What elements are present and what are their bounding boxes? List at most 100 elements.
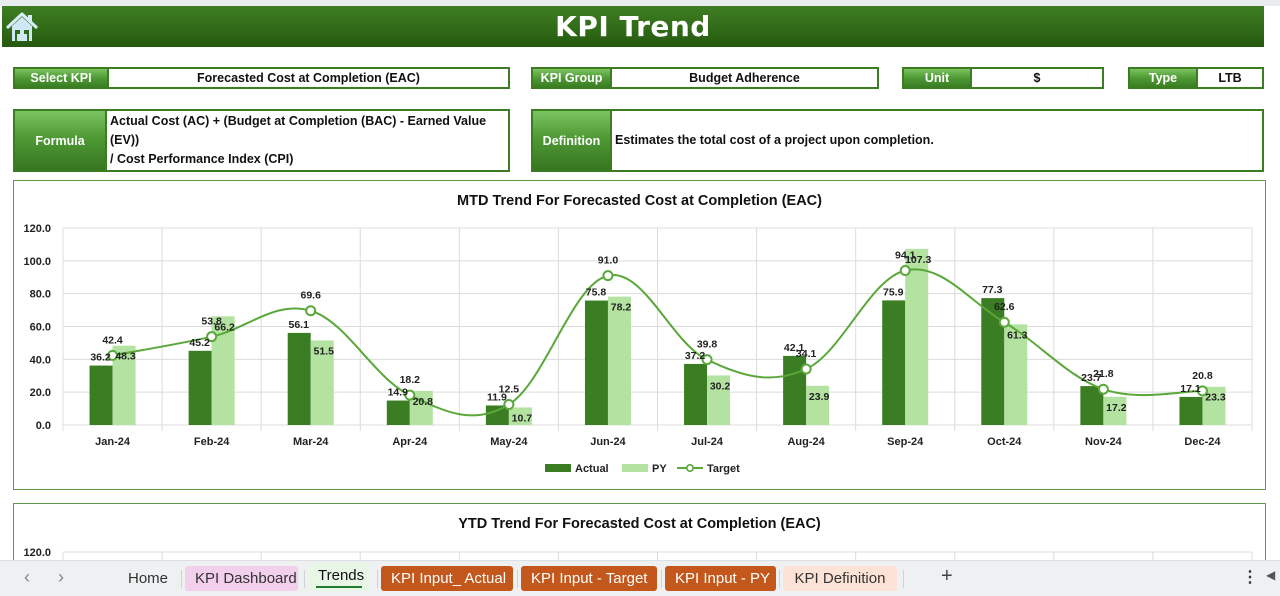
x-tick-label: Oct-24 xyxy=(987,436,1022,448)
actual-data-label: 56.1 xyxy=(288,319,309,331)
scroll-left-icon[interactable]: ◀ xyxy=(1266,568,1275,582)
target-point[interactable] xyxy=(305,305,317,317)
actual-data-label: 75.8 xyxy=(586,287,607,299)
actual-data-label: 77.3 xyxy=(982,284,1003,296)
sheet-tab-label: Home xyxy=(128,570,169,587)
formula-value: Actual Cost (AC) + (Budget at Completion… xyxy=(107,111,508,170)
bar-actual[interactable] xyxy=(287,332,311,425)
worksheet: KPI Trend Select KPI Forecasted Cost at … xyxy=(0,0,1280,584)
py-data-label: 23.9 xyxy=(809,391,830,403)
actual-data-label: 37.2 xyxy=(685,350,706,362)
x-tick-label: Sep-24 xyxy=(887,436,924,448)
target-data-label: 20.8 xyxy=(1192,370,1213,382)
actual-data-label: 17.1 xyxy=(1180,383,1201,395)
add-sheet-button[interactable]: + xyxy=(941,565,953,588)
target-data-label: 53.8 xyxy=(201,316,222,328)
actual-data-label: 45.2 xyxy=(189,337,210,349)
bar-actual[interactable] xyxy=(684,363,708,425)
kpi-group-label: KPI Group xyxy=(533,69,612,87)
bar-actual[interactable] xyxy=(882,300,906,425)
more-options-icon[interactable]: ⋮ xyxy=(1242,567,1258,587)
sheet-tab-label: KPI Definition xyxy=(794,570,886,587)
x-tick-label: Jan-24 xyxy=(95,436,131,448)
legend-swatch-py xyxy=(622,464,648,472)
definition-label: Definition xyxy=(533,111,612,170)
legend-marker-target xyxy=(685,463,694,472)
sheet-tab-kpi-input-target[interactable]: KPI Input - Target xyxy=(521,566,657,591)
kpi-group-value: Budget Adherence xyxy=(689,71,800,85)
x-tick-label: Dec-24 xyxy=(1184,436,1221,448)
tab-separator xyxy=(661,570,662,588)
y-tick-label: 120.0 xyxy=(23,547,51,559)
sheet-tab-label: KPI Input - PY xyxy=(675,570,771,587)
chart-legend: Actual PY Target xyxy=(545,463,740,475)
page-header: KPI Trend xyxy=(2,6,1264,47)
actual-data-label: 36.2 xyxy=(90,352,111,364)
y-tick-label: 100.0 xyxy=(23,256,51,268)
legend-label-py: PY xyxy=(652,463,667,475)
page-title: KPI Trend xyxy=(555,10,711,43)
select-kpi-dropdown[interactable]: Forecasted Cost at Completion (EAC) xyxy=(109,69,508,87)
target-point[interactable] xyxy=(899,265,911,277)
sheet-tab-label: KPI Dashboard xyxy=(195,570,297,587)
sheet-tab-bar: ‹ › Home KPI Dashboard Trends KPI Input_ Ac… xyxy=(0,560,1280,596)
formula-line-1: Actual Cost (AC) + (Budget at Completion… xyxy=(110,114,487,147)
select-kpi-label: Select KPI xyxy=(15,69,109,87)
target-point[interactable] xyxy=(800,363,812,375)
bar-actual[interactable] xyxy=(188,350,212,425)
bar-actual[interactable] xyxy=(584,300,608,425)
sheet-tab-trends[interactable]: Trends xyxy=(308,563,370,591)
sheet-tab-kpi-input-py[interactable]: KPI Input - PY xyxy=(665,566,776,591)
y-tick-label: 40.0 xyxy=(30,354,51,366)
legend-label-actual: Actual xyxy=(575,463,609,475)
bar-py[interactable] xyxy=(905,248,929,425)
formula-label: Formula xyxy=(15,111,107,170)
py-data-label: 23.3 xyxy=(1205,392,1226,404)
py-data-label: 17.2 xyxy=(1106,402,1127,414)
target-point[interactable] xyxy=(602,270,614,282)
tab-separator xyxy=(377,570,378,588)
type-value: LTB xyxy=(1218,71,1242,85)
x-tick-label: Mar-24 xyxy=(293,436,329,448)
kpi-group-field: KPI Group Budget Adherence xyxy=(531,67,879,89)
bar-actual[interactable] xyxy=(981,298,1005,425)
sheet-tab-kpi-definition[interactable]: KPI Definition xyxy=(783,566,897,591)
x-tick-label: Aug-24 xyxy=(787,436,825,448)
target-point[interactable] xyxy=(998,316,1010,328)
tab-separator xyxy=(517,570,518,588)
target-data-label: 39.8 xyxy=(697,339,718,351)
x-tick-label: Apr-24 xyxy=(392,436,428,448)
sheet-tab-kpi-input-actual[interactable]: KPI Input_ Actual xyxy=(381,566,513,591)
y-tick-label: 20.0 xyxy=(30,387,51,399)
target-data-label: 62.6 xyxy=(994,301,1015,313)
type-label: Type xyxy=(1130,69,1198,87)
target-data-label: 34.1 xyxy=(796,348,817,360)
tab-separator xyxy=(779,570,780,588)
x-tick-label: Jun-24 xyxy=(590,436,626,448)
actual-data-label: 75.9 xyxy=(883,286,904,298)
unit-label: Unit xyxy=(904,69,972,87)
next-sheet-button[interactable]: › xyxy=(58,567,64,588)
legend-swatch-actual xyxy=(545,464,571,472)
target-data-label: 21.8 xyxy=(1093,368,1114,380)
sheet-tab-home[interactable]: Home xyxy=(118,566,176,591)
y-tick-label: 60.0 xyxy=(30,322,51,334)
bar-actual[interactable] xyxy=(89,365,113,425)
prev-sheet-button[interactable]: ‹ xyxy=(24,567,30,588)
sheet-tab-kpi-dashboard[interactable]: KPI Dashboard xyxy=(185,566,298,591)
type-field: Type LTB xyxy=(1128,67,1264,89)
py-data-label: 51.5 xyxy=(313,345,334,357)
actual-data-label: 14.9 xyxy=(388,387,409,399)
target-data-label: 91.0 xyxy=(598,255,619,267)
y-tick-label: 120.0 xyxy=(23,223,51,235)
py-data-label: 20.8 xyxy=(413,396,434,408)
bar-actual[interactable] xyxy=(386,400,410,425)
bar-actual[interactable] xyxy=(1179,396,1203,425)
unit-field: Unit $ xyxy=(902,67,1104,89)
mtd-chart[interactable]: MTD Trend For Forecasted Cost at Complet… xyxy=(13,180,1266,490)
target-data-label: 18.2 xyxy=(400,374,421,386)
bar-py[interactable] xyxy=(607,296,631,425)
target-point[interactable] xyxy=(1097,383,1109,395)
target-data-label: 69.6 xyxy=(300,290,321,302)
tab-separator xyxy=(181,570,182,588)
